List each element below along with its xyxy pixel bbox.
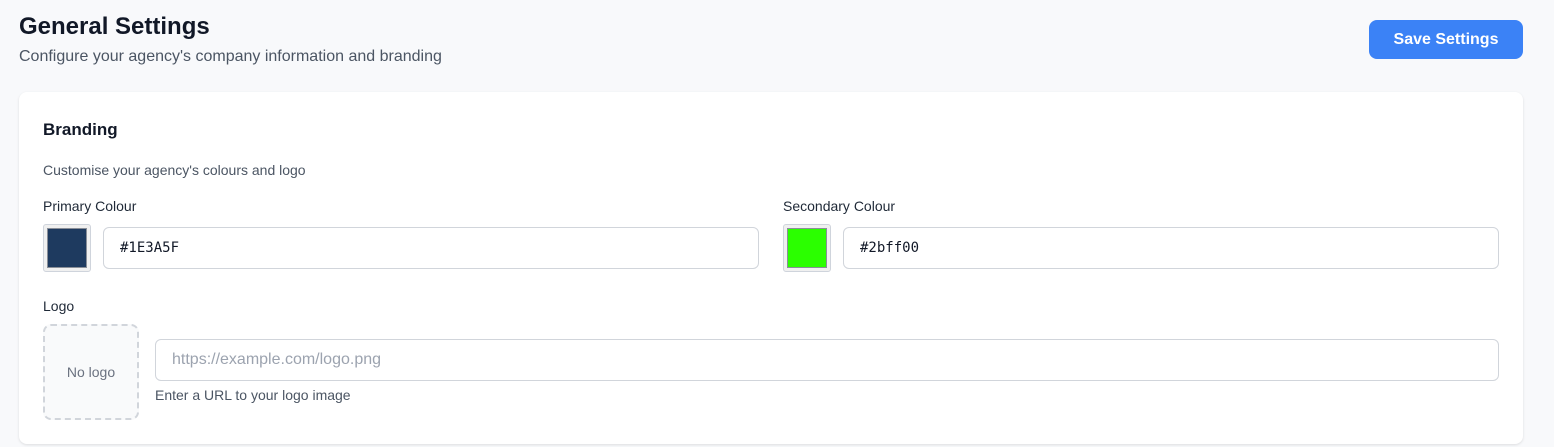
branding-title: Branding: [43, 120, 118, 139]
secondary-colour-picker[interactable]: [783, 224, 831, 272]
branding-card: Branding Customise your agency's colours…: [19, 92, 1523, 444]
secondary-colour-label: Secondary Colour: [783, 198, 896, 214]
logo-label: Logo: [43, 298, 75, 314]
general-settings-page: General Settings Configure your agency's…: [0, 0, 1554, 447]
primary-colour-input[interactable]: [103, 227, 759, 269]
page-title: General Settings: [19, 13, 210, 40]
primary-colour-picker[interactable]: [43, 224, 91, 272]
no-logo-text: No logo: [66, 364, 116, 380]
primary-colour-swatch: [47, 228, 87, 268]
logo-url-input[interactable]: [155, 339, 1499, 381]
logo-preview: No logo: [43, 324, 139, 420]
logo-url-helper: Enter a URL to your logo image: [155, 387, 351, 403]
secondary-colour-swatch: [787, 228, 827, 268]
save-settings-button[interactable]: Save Settings: [1369, 20, 1523, 59]
page-header: General Settings Configure your agency's…: [19, 12, 442, 67]
secondary-colour-input[interactable]: [843, 227, 1499, 269]
page-subtitle: Configure your agency's company informat…: [19, 48, 442, 65]
branding-description: Customise your agency's colours and logo: [43, 162, 306, 178]
primary-colour-label: Primary Colour: [43, 198, 137, 214]
